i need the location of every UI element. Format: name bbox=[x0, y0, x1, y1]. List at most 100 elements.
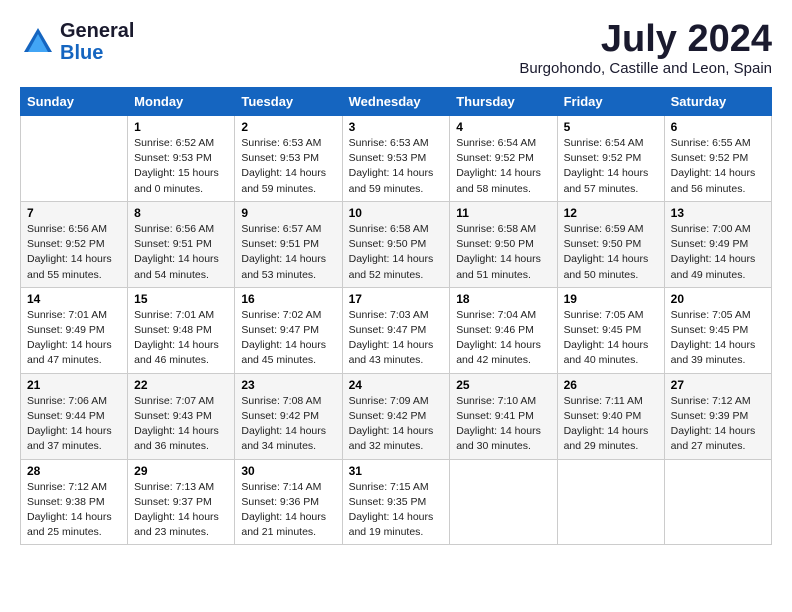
day-info: Sunrise: 7:04 AMSunset: 9:46 PMDaylight:… bbox=[456, 308, 550, 369]
day-info: Sunrise: 6:53 AMSunset: 9:53 PMDaylight:… bbox=[241, 136, 335, 197]
logo: General Blue bbox=[20, 20, 134, 64]
calendar-cell: 30 Sunrise: 7:14 AMSunset: 9:36 PMDayligh… bbox=[235, 459, 342, 545]
day-info: Sunrise: 6:54 AMSunset: 9:52 PMDaylight:… bbox=[456, 136, 550, 197]
day-info: Sunrise: 6:56 AMSunset: 9:51 PMDaylight:… bbox=[134, 222, 228, 283]
calendar-cell: 2 Sunrise: 6:53 AMSunset: 9:53 PMDaylight… bbox=[235, 116, 342, 202]
calendar-cell: 22 Sunrise: 7:07 AMSunset: 9:43 PMDayligh… bbox=[128, 373, 235, 459]
col-friday: Friday bbox=[557, 88, 664, 116]
day-info: Sunrise: 7:14 AMSunset: 9:36 PMDaylight:… bbox=[241, 480, 335, 541]
day-number: 9 bbox=[241, 206, 335, 220]
calendar-cell: 10 Sunrise: 6:58 AMSunset: 9:50 PMDayligh… bbox=[342, 201, 450, 287]
calendar-cell: 20 Sunrise: 7:05 AMSunset: 9:45 PMDayligh… bbox=[664, 287, 771, 373]
day-number: 8 bbox=[134, 206, 228, 220]
calendar-cell: 17Sunrise: 7:03 AMSunset: 9:47 PMDayligh… bbox=[342, 287, 450, 373]
day-number: 24 bbox=[349, 378, 444, 392]
calendar-cell: 4Sunrise: 6:54 AMSunset: 9:52 PMDaylight… bbox=[450, 116, 557, 202]
calendar-cell: 5 Sunrise: 6:54 AMSunset: 9:52 PMDaylight… bbox=[557, 116, 664, 202]
calendar-cell: 1Sunrise: 6:52 AMSunset: 9:53 PMDaylight… bbox=[128, 116, 235, 202]
page-container: General Blue July 2024 Burgohondo, Casti… bbox=[20, 20, 772, 545]
calendar-cell: 3 Sunrise: 6:53 AMSunset: 9:53 PMDaylight… bbox=[342, 116, 450, 202]
day-info: Sunrise: 7:10 AMSunset: 9:41 PMDaylight:… bbox=[456, 394, 550, 455]
day-number: 7 bbox=[27, 206, 121, 220]
calendar-cell: 8 Sunrise: 6:56 AMSunset: 9:51 PMDaylight… bbox=[128, 201, 235, 287]
day-info: Sunrise: 7:05 AMSunset: 9:45 PMDaylight:… bbox=[671, 308, 765, 369]
day-info: Sunrise: 6:53 AMSunset: 9:53 PMDaylight:… bbox=[349, 136, 444, 197]
calendar-cell: 25 Sunrise: 7:10 AMSunset: 9:41 PMDayligh… bbox=[450, 373, 557, 459]
day-number: 3 bbox=[349, 120, 444, 134]
day-number: 14 bbox=[27, 292, 121, 306]
calendar-cell: 6 Sunrise: 6:55 AMSunset: 9:52 PMDaylight… bbox=[664, 116, 771, 202]
day-info: Sunrise: 6:57 AMSunset: 9:51 PMDaylight:… bbox=[241, 222, 335, 283]
calendar-cell: 27Sunrise: 7:12 AMSunset: 9:39 PMDayligh… bbox=[664, 373, 771, 459]
day-number: 23 bbox=[241, 378, 335, 392]
day-info: Sunrise: 7:01 AMSunset: 9:48 PMDaylight:… bbox=[134, 308, 228, 369]
calendar-cell: 29 Sunrise: 7:13 AMSunset: 9:37 PMDayligh… bbox=[128, 459, 235, 545]
day-number: 29 bbox=[134, 464, 228, 478]
day-info: Sunrise: 7:07 AMSunset: 9:43 PMDaylight:… bbox=[134, 394, 228, 455]
calendar-week-row: 1Sunrise: 6:52 AMSunset: 9:53 PMDaylight… bbox=[21, 116, 772, 202]
calendar-cell: 13 Sunrise: 7:00 AMSunset: 9:49 PMDayligh… bbox=[664, 201, 771, 287]
day-info: Sunrise: 7:05 AMSunset: 9:45 PMDaylight:… bbox=[564, 308, 658, 369]
calendar-cell: 21 Sunrise: 7:06 AMSunset: 9:44 PMDayligh… bbox=[21, 373, 128, 459]
day-info: Sunrise: 7:08 AMSunset: 9:42 PMDaylight:… bbox=[241, 394, 335, 455]
calendar-cell: 23 Sunrise: 7:08 AMSunset: 9:42 PMDayligh… bbox=[235, 373, 342, 459]
day-number: 25 bbox=[456, 378, 550, 392]
day-info: Sunrise: 7:11 AMSunset: 9:40 PMDaylight:… bbox=[564, 394, 658, 455]
day-number: 21 bbox=[27, 378, 121, 392]
day-info: Sunrise: 7:02 AMSunset: 9:47 PMDaylight:… bbox=[241, 308, 335, 369]
logo-general: General bbox=[60, 20, 134, 42]
title-section: July 2024 Burgohondo, Castille and Leon,… bbox=[519, 20, 772, 77]
day-number: 13 bbox=[671, 206, 765, 220]
day-info: Sunrise: 7:09 AMSunset: 9:42 PMDaylight:… bbox=[349, 394, 444, 455]
day-number: 30 bbox=[241, 464, 335, 478]
calendar-cell bbox=[21, 116, 128, 202]
day-number: 2 bbox=[241, 120, 335, 134]
day-info: Sunrise: 6:55 AMSunset: 9:52 PMDaylight:… bbox=[671, 136, 765, 197]
header: General Blue July 2024 Burgohondo, Casti… bbox=[20, 20, 772, 77]
day-number: 10 bbox=[349, 206, 444, 220]
calendar-cell: 9 Sunrise: 6:57 AMSunset: 9:51 PMDaylight… bbox=[235, 201, 342, 287]
day-info: Sunrise: 7:01 AMSunset: 9:49 PMDaylight:… bbox=[27, 308, 121, 369]
location: Burgohondo, Castille and Leon, Spain bbox=[519, 60, 772, 77]
col-monday: Monday bbox=[128, 88, 235, 116]
day-info: Sunrise: 7:06 AMSunset: 9:44 PMDaylight:… bbox=[27, 394, 121, 455]
col-sunday: Sunday bbox=[21, 88, 128, 116]
day-info: Sunrise: 6:58 AMSunset: 9:50 PMDaylight:… bbox=[349, 222, 444, 283]
day-info: Sunrise: 6:59 AMSunset: 9:50 PMDaylight:… bbox=[564, 222, 658, 283]
day-number: 11 bbox=[456, 206, 550, 220]
day-number: 1 bbox=[134, 120, 228, 134]
day-info: Sunrise: 6:56 AMSunset: 9:52 PMDaylight:… bbox=[27, 222, 121, 283]
day-number: 20 bbox=[671, 292, 765, 306]
col-tuesday: Tuesday bbox=[235, 88, 342, 116]
calendar-cell: 7 Sunrise: 6:56 AMSunset: 9:52 PMDaylight… bbox=[21, 201, 128, 287]
month-title: July 2024 bbox=[519, 20, 772, 58]
calendar-cell: 24 Sunrise: 7:09 AMSunset: 9:42 PMDayligh… bbox=[342, 373, 450, 459]
col-saturday: Saturday bbox=[664, 88, 771, 116]
logo-icon bbox=[20, 24, 56, 60]
day-number: 22 bbox=[134, 378, 228, 392]
logo-text: General Blue bbox=[60, 20, 134, 64]
calendar-week-row: 14 Sunrise: 7:01 AMSunset: 9:49 PMDayligh… bbox=[21, 287, 772, 373]
calendar-cell: 12 Sunrise: 6:59 AMSunset: 9:50 PMDayligh… bbox=[557, 201, 664, 287]
day-number: 19 bbox=[564, 292, 658, 306]
day-info: Sunrise: 6:58 AMSunset: 9:50 PMDaylight:… bbox=[456, 222, 550, 283]
day-number: 28 bbox=[27, 464, 121, 478]
calendar-cell: 15Sunrise: 7:01 AMSunset: 9:48 PMDayligh… bbox=[128, 287, 235, 373]
day-number: 12 bbox=[564, 206, 658, 220]
day-number: 31 bbox=[349, 464, 444, 478]
calendar-week-row: 7 Sunrise: 6:56 AMSunset: 9:52 PMDaylight… bbox=[21, 201, 772, 287]
calendar-week-row: 21 Sunrise: 7:06 AMSunset: 9:44 PMDayligh… bbox=[21, 373, 772, 459]
calendar-cell: 26Sunrise: 7:11 AMSunset: 9:40 PMDayligh… bbox=[557, 373, 664, 459]
calendar-cell bbox=[450, 459, 557, 545]
day-info: Sunrise: 7:03 AMSunset: 9:47 PMDaylight:… bbox=[349, 308, 444, 369]
day-number: 5 bbox=[564, 120, 658, 134]
day-number: 6 bbox=[671, 120, 765, 134]
col-thursday: Thursday bbox=[450, 88, 557, 116]
calendar-cell: 11 Sunrise: 6:58 AMSunset: 9:50 PMDayligh… bbox=[450, 201, 557, 287]
day-info: Sunrise: 6:54 AMSunset: 9:52 PMDaylight:… bbox=[564, 136, 658, 197]
day-info: Sunrise: 7:00 AMSunset: 9:49 PMDaylight:… bbox=[671, 222, 765, 283]
calendar-table: Sunday Monday Tuesday Wednesday Thursday… bbox=[20, 87, 772, 545]
col-wednesday: Wednesday bbox=[342, 88, 450, 116]
calendar-cell: 16Sunrise: 7:02 AMSunset: 9:47 PMDayligh… bbox=[235, 287, 342, 373]
day-info: Sunrise: 7:13 AMSunset: 9:37 PMDaylight:… bbox=[134, 480, 228, 541]
